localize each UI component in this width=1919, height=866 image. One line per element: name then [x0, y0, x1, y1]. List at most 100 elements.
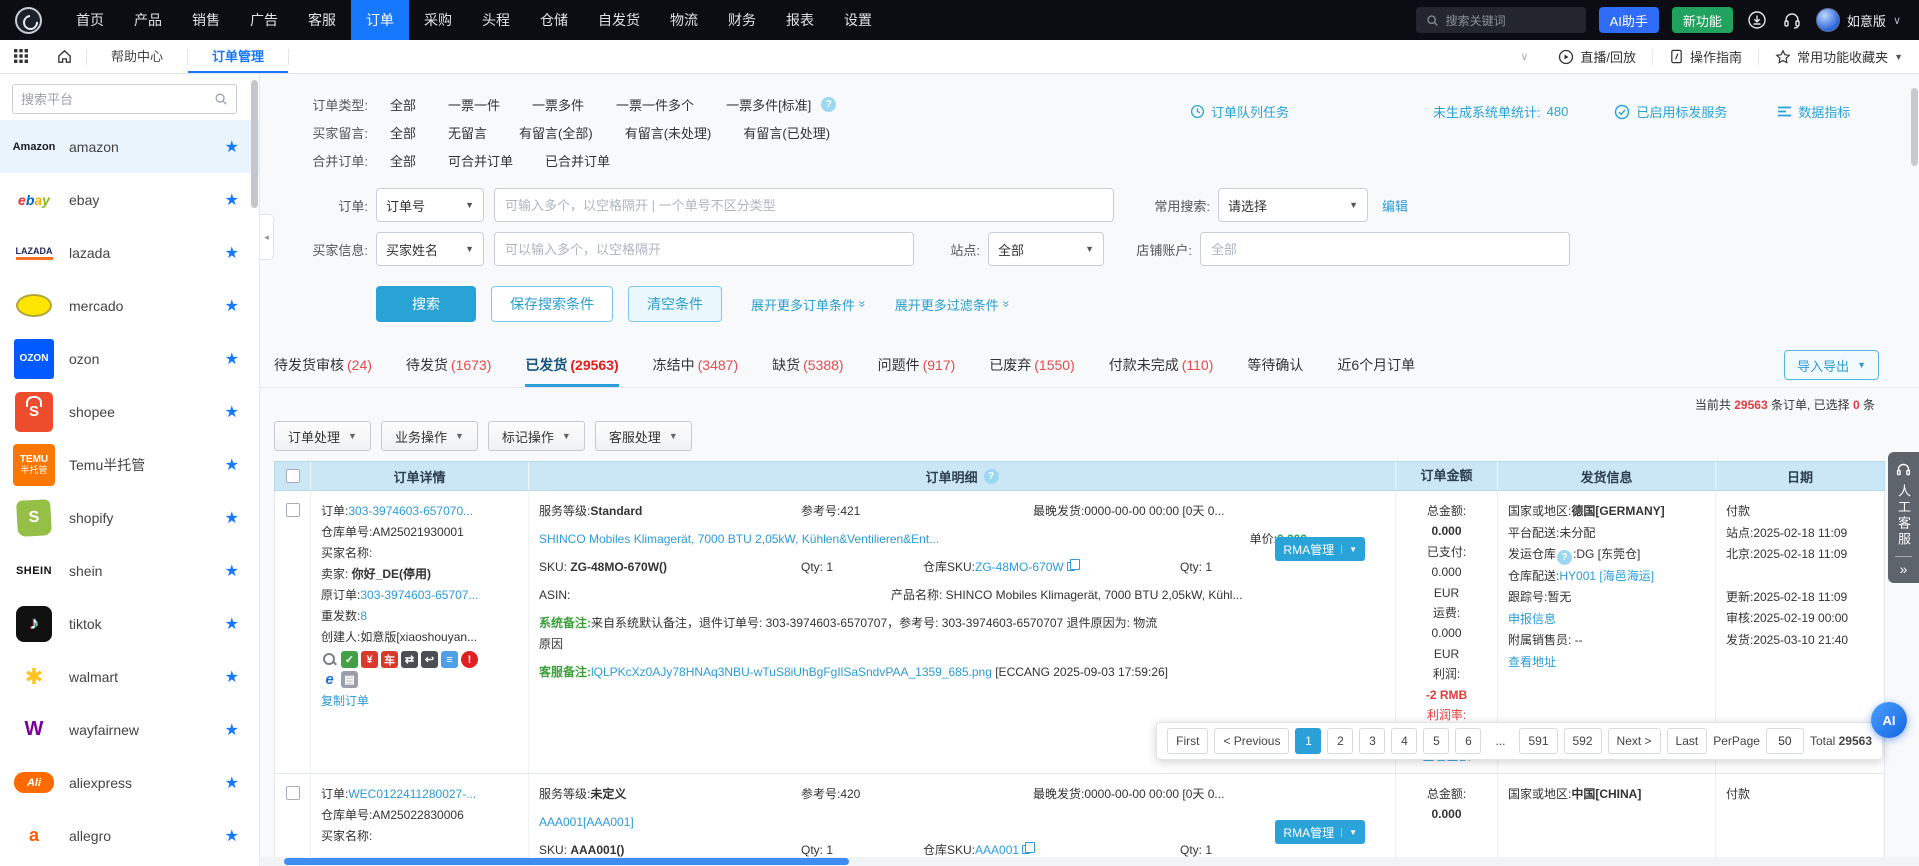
headset-icon[interactable] — [1781, 9, 1803, 31]
filter-option[interactable]: 一票多件 — [532, 95, 584, 114]
user-menu[interactable]: 如意版 ∨ — [1816, 8, 1901, 32]
tab-order-management[interactable]: 订单管理 — [188, 40, 288, 73]
e-invoice-icon[interactable]: e — [321, 671, 338, 688]
sidebar-item-shopify[interactable]: S shopify ★ — [0, 491, 259, 544]
tab-payment-incomplete[interactable]: 付款未完成(110) — [1109, 355, 1214, 387]
card-icon[interactable]: ▤ — [341, 671, 358, 688]
sidebar-item-walmart[interactable]: ✱ walmart ★ — [0, 650, 259, 703]
copy-icon[interactable] — [1067, 562, 1075, 571]
tab-pending-audit[interactable]: 待发货审核(24) — [274, 355, 372, 387]
filter-option[interactable]: 全部 — [390, 95, 416, 114]
page-3[interactable]: 3 — [1359, 728, 1385, 754]
nav-finance[interactable]: 财务 — [713, 0, 771, 40]
package-return-icon[interactable]: ↩ — [421, 651, 438, 668]
new-features-button[interactable]: 新功能 — [1672, 7, 1733, 33]
product-title-link[interactable]: AAA001[AAA001] — [539, 815, 634, 829]
warehouse-sku-link[interactable]: ZG-48MO-670W — [975, 560, 1064, 574]
nav-sales[interactable]: 销售 — [177, 0, 235, 40]
business-ops-button[interactable]: 业务操作▼ — [381, 421, 478, 451]
sidebar-item-mercado[interactable]: mercado ★ — [0, 279, 259, 332]
tab-help-center[interactable]: 帮助中心 — [87, 40, 187, 73]
question-icon[interactable]: ? — [821, 97, 836, 112]
question-icon[interactable]: ? — [1557, 550, 1572, 565]
sidebar-item-wayfair[interactable]: W wayfairnew ★ — [0, 703, 259, 756]
apps-grid-icon[interactable] — [13, 48, 30, 65]
nav-service[interactable]: 客服 — [293, 0, 351, 40]
star-icon[interactable]: ★ — [225, 137, 239, 157]
star-icon[interactable]: ★ — [225, 826, 239, 846]
search-icon[interactable] — [321, 651, 338, 668]
question-icon[interactable]: ? — [984, 469, 999, 484]
order-process-button[interactable]: 订单处理▼ — [274, 421, 371, 451]
star-icon[interactable]: ★ — [225, 190, 239, 210]
star-icon[interactable]: ★ — [225, 455, 239, 475]
filter-option[interactable]: 已合并订单 — [545, 151, 610, 170]
filter-option[interactable]: 可合并订单 — [448, 151, 513, 170]
nav-firstleg[interactable]: 头程 — [467, 0, 525, 40]
expand-filter-conditions-link[interactable]: 展开更多过滤条件 » — [895, 295, 1010, 314]
tab-frozen[interactable]: 冻结中(3487) — [653, 355, 738, 387]
download-icon[interactable] — [1746, 9, 1768, 31]
warehouse-delivery-link[interactable]: HY001 [海邑海运] — [1559, 569, 1654, 583]
expand-order-conditions-link[interactable]: 展开更多订单条件 » — [751, 295, 866, 314]
save-search-button[interactable]: 保存搜索条件 — [491, 286, 613, 322]
page-6[interactable]: 6 — [1455, 728, 1481, 754]
original-order-link[interactable]: 303-3974603-65707... — [360, 588, 478, 602]
nav-warehouse[interactable]: 仓储 — [525, 0, 583, 40]
nav-selfship[interactable]: 自发货 — [583, 0, 655, 40]
tab-awaiting-confirm[interactable]: 等待确认 — [1247, 355, 1303, 387]
row-checkbox[interactable] — [286, 503, 300, 517]
star-icon[interactable]: ★ — [225, 720, 239, 740]
site-select[interactable]: 全部 ▼ — [988, 232, 1104, 266]
nav-orders[interactable]: 订单 — [351, 0, 409, 40]
resend-count-link[interactable]: 8 — [360, 609, 367, 623]
nav-logistics[interactable]: 物流 — [655, 0, 713, 40]
favorites-link[interactable]: 常用功能收藏夹 ▼ — [1758, 49, 1919, 65]
order-number-input[interactable] — [494, 188, 1114, 222]
star-icon[interactable]: ★ — [225, 773, 239, 793]
tab-problem[interactable]: 问题件(917) — [878, 355, 956, 387]
tab-out-of-stock[interactable]: 缺货(5388) — [772, 355, 843, 387]
nav-settings[interactable]: 设置 — [829, 0, 887, 40]
import-export-button[interactable]: 导入导出 ▼ — [1784, 350, 1879, 380]
customer-service-button[interactable]: 客服处理▼ — [595, 421, 692, 451]
tab-shipped[interactable]: 已发货(29563) — [525, 355, 618, 387]
home-icon[interactable] — [56, 48, 73, 65]
data-metrics-link[interactable]: 数据指标 — [1777, 102, 1850, 121]
ai-assistant-button[interactable]: AI助手 — [1599, 7, 1659, 33]
sidebar-item-shein[interactable]: SHEIN shein ★ — [0, 544, 259, 597]
filter-option[interactable]: 有留言(全部) — [519, 123, 593, 142]
view-address-link[interactable]: 查看地址 — [1508, 655, 1556, 669]
page-1[interactable]: 1 — [1295, 728, 1321, 754]
truck-icon[interactable]: 车 — [381, 651, 398, 668]
page-592[interactable]: 592 — [1564, 728, 1602, 754]
order-number-link[interactable]: 303-3974603-657070... — [348, 504, 473, 518]
filter-option[interactable]: 有留言(已处理) — [743, 123, 830, 142]
common-search-select[interactable]: 请选择 ▼ — [1218, 188, 1368, 222]
edit-common-search-link[interactable]: 编辑 — [1382, 196, 1408, 215]
sidebar-item-aliexpress[interactable]: Ali aliexpress ★ — [0, 756, 259, 809]
copy-icon[interactable] — [1022, 845, 1030, 854]
expand-icon[interactable]: » — [1900, 561, 1908, 577]
buyer-input[interactable] — [494, 232, 914, 266]
live-replay-link[interactable]: 直播/回放 — [1542, 49, 1652, 65]
warehouse-sku-link[interactable]: AAA001 — [975, 843, 1019, 857]
sidebar-item-tiktok[interactable]: ♪ tiktok ★ — [0, 597, 259, 650]
star-icon[interactable]: ★ — [225, 667, 239, 687]
money-bag-icon[interactable]: ¥ — [361, 651, 378, 668]
page-5[interactable]: 5 — [1423, 728, 1449, 754]
store-account-input[interactable] — [1200, 232, 1570, 266]
page-previous[interactable]: < Previous — [1214, 728, 1289, 754]
rma-manage-button[interactable]: RMA管理▼ — [1275, 537, 1365, 561]
label-service-status[interactable]: 已启用标发服务 — [1614, 102, 1727, 121]
sidebar-item-lazada[interactable]: LAZADA lazada ★ — [0, 226, 259, 279]
collapse-chevron-icon[interactable]: ∨ — [1520, 50, 1528, 63]
filter-option[interactable]: 一票一件多个 — [616, 95, 694, 114]
guide-link[interactable]: 操作指南 — [1652, 49, 1758, 65]
filter-option[interactable]: 全部 — [390, 151, 416, 170]
platform-search-box[interactable] — [12, 84, 237, 114]
sidebar-item-allegro[interactable]: a allegro ★ — [0, 809, 259, 862]
sidebar-item-ozon[interactable]: OZON ozon ★ — [0, 332, 259, 385]
star-icon[interactable]: ★ — [225, 402, 239, 422]
horizontal-scrollbar-thumb[interactable] — [284, 858, 849, 865]
